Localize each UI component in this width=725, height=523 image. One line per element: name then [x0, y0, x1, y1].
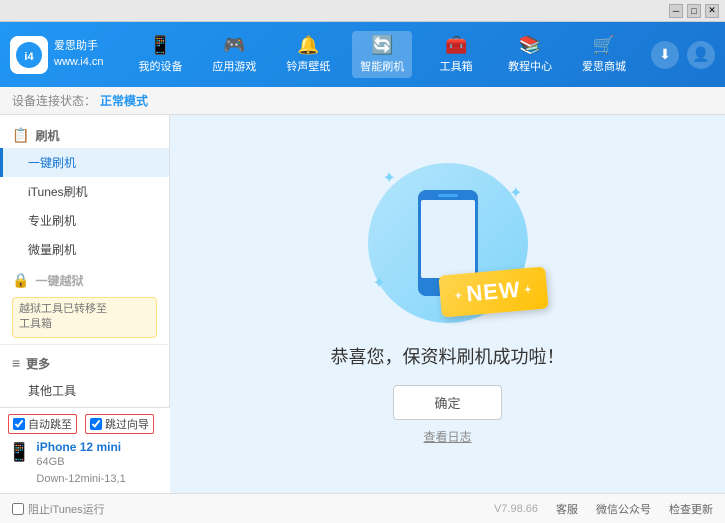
main-area: 📋 刷机 一键刷机 iTunes刷机 专业刷机 微量刷机 🔒 一键越狱 越狱工具…	[0, 115, 725, 493]
nav-label-my-device: 我的设备	[138, 58, 182, 74]
nav-label-mall: 爱思商城	[582, 58, 626, 74]
device-icon: 📱	[149, 35, 171, 56]
apps-icon: 🎮	[223, 35, 245, 56]
nav-label-ringtone: 铃声壁纸	[286, 58, 330, 74]
device-panel: 自动跳至 跳过向导 📱 iPhone 12 mini 64GB Down-12m…	[0, 407, 170, 493]
sidebar-warning: 越狱工具已转移至工具箱	[12, 297, 157, 338]
sidebar-section-jailbreak: 🔒 一键越狱 越狱工具已转移至工具箱	[0, 268, 169, 338]
nav-item-ringtone[interactable]: 🔔 铃声壁纸	[278, 31, 338, 78]
confirm-button[interactable]: 确定	[393, 385, 501, 420]
flash-icon: 🔄	[371, 35, 393, 56]
sparkle-1: ✦	[383, 168, 396, 188]
device-storage: 64GB	[36, 454, 125, 471]
auto-jump-input[interactable]	[13, 418, 25, 430]
device-details: iPhone 12 mini 64GB Down-12mini-13,1	[36, 440, 125, 487]
sidebar-item-other-tools[interactable]: 其他工具	[0, 376, 169, 405]
header: i4 爱思助手 www.i4.cn 📱 我的设备 🎮 应用游戏 🔔 铃声壁纸 🔄…	[0, 22, 725, 87]
jailbreak-label: 一键越狱	[35, 272, 83, 289]
success-text: 恭喜您，保资料刷机成功啦！	[331, 343, 565, 369]
nav-item-toolbox[interactable]: 🧰 工具箱	[426, 31, 486, 78]
sidebar-divider	[0, 344, 169, 345]
more-section-label: 更多	[26, 355, 50, 372]
account-button[interactable]: 👤	[687, 41, 715, 69]
nav-label-apps: 应用游戏	[212, 58, 256, 74]
logo-icon: i4	[10, 36, 48, 74]
sidebar-item-data-flash[interactable]: 微量刷机	[0, 235, 169, 264]
nav-item-my-device[interactable]: 📱 我的设备	[130, 31, 190, 78]
device-name: iPhone 12 mini	[36, 440, 125, 454]
block-itunes-label: 阻止iTunes运行	[28, 501, 105, 517]
sidebar-section-flash: 📋 刷机 一键刷机 iTunes刷机 专业刷机 微量刷机	[0, 123, 169, 264]
header-right: ⬇ 👤	[651, 41, 715, 69]
phone-illustration: ✦ ✦ ✦ NEW	[368, 163, 528, 323]
check-update-link[interactable]: 检查更新	[669, 501, 713, 517]
nav-items: 📱 我的设备 🎮 应用游戏 🔔 铃声壁纸 🔄 智能刷机 🧰 工具箱 📚 教程中心…	[124, 31, 641, 78]
flash-section-label: 刷机	[35, 127, 59, 144]
new-badge: NEW	[439, 266, 549, 317]
logo-area: i4 爱思助手 www.i4.cn	[10, 36, 104, 74]
nav-label-tutorial: 教程中心	[508, 58, 552, 74]
wechat-link[interactable]: 微信公众号	[596, 501, 651, 517]
sparkle-2: ✦	[509, 183, 522, 203]
minimize-button[interactable]: ─	[669, 4, 683, 18]
nav-label-toolbox: 工具箱	[440, 58, 473, 74]
block-itunes-checkbox[interactable]	[12, 503, 24, 515]
footer: 阻止iTunes运行 V7.98.66 客服 微信公众号 检查更新	[0, 493, 725, 523]
tutorial-icon: 📚	[519, 35, 541, 56]
skip-guide-checkbox[interactable]: 跳过向导	[85, 414, 154, 434]
window-controls: ─ □ ✕	[669, 4, 719, 18]
footer-left: 阻止iTunes运行	[12, 501, 105, 517]
toolbox-icon: 🧰	[445, 35, 467, 56]
nav-item-tutorial[interactable]: 📚 教程中心	[500, 31, 560, 78]
lock-icon: 🔒	[12, 272, 29, 289]
content-area: ✦ ✦ ✦ NEW 恭喜您，保资料刷机成功啦！ 确定 查看日志	[170, 115, 725, 493]
footer-right: V7.98.66 客服 微信公众号 检查更新	[494, 501, 713, 517]
sidebar: 📋 刷机 一键刷机 iTunes刷机 专业刷机 微量刷机 🔒 一键越狱 越狱工具…	[0, 115, 170, 493]
sidebar-item-one-key-flash[interactable]: 一键刷机	[0, 148, 169, 177]
customer-service-link[interactable]: 客服	[556, 501, 578, 517]
version-text: V7.98.66	[494, 503, 538, 515]
sidebar-section-more-header: ≡ 更多	[0, 351, 169, 376]
sparkle-3: ✦	[373, 273, 386, 293]
skip-guide-input[interactable]	[90, 418, 102, 430]
logo-text: 爱思助手 www.i4.cn	[54, 39, 104, 70]
sidebar-section-flash-header: 📋 刷机	[0, 123, 169, 148]
device-info: 📱 iPhone 12 mini 64GB Down-12mini-13,1	[8, 440, 162, 487]
ringtone-icon: 🔔	[297, 35, 319, 56]
more-section-icon: ≡	[12, 355, 20, 371]
title-bar: ─ □ ✕	[0, 0, 725, 22]
device-checkboxes: 自动跳至 跳过向导	[8, 414, 162, 434]
close-button[interactable]: ✕	[705, 4, 719, 18]
sidebar-item-itunes-flash[interactable]: iTunes刷机	[0, 177, 169, 206]
sidebar-item-pro-flash[interactable]: 专业刷机	[0, 206, 169, 235]
again-link[interactable]: 查看日志	[423, 428, 471, 445]
nav-item-mall[interactable]: 🛒 爱思商城	[574, 31, 634, 78]
svg-text:i4: i4	[24, 51, 34, 63]
restore-button[interactable]: □	[687, 4, 701, 18]
auto-jump-checkbox[interactable]: 自动跳至	[8, 414, 77, 434]
device-phone-icon: 📱	[8, 442, 30, 463]
auto-jump-label: 自动跳至	[28, 416, 72, 432]
mall-icon: 🛒	[593, 35, 615, 56]
flash-section-icon: 📋	[12, 127, 29, 144]
nav-label-flash: 智能刷机	[360, 58, 404, 74]
status-label: 设备连接状态：	[12, 92, 96, 109]
sidebar-jailbreak-header: 🔒 一键越狱	[0, 268, 169, 293]
nav-item-apps-games[interactable]: 🎮 应用游戏	[204, 31, 264, 78]
status-value: 正常模式	[100, 92, 148, 109]
skip-guide-label: 跳过向导	[105, 416, 149, 432]
status-bar: 设备连接状态： 正常模式	[0, 87, 725, 115]
nav-item-smart-flash[interactable]: 🔄 智能刷机	[352, 31, 412, 78]
download-button[interactable]: ⬇	[651, 41, 679, 69]
device-firmware: Down-12mini-13,1	[36, 471, 125, 488]
